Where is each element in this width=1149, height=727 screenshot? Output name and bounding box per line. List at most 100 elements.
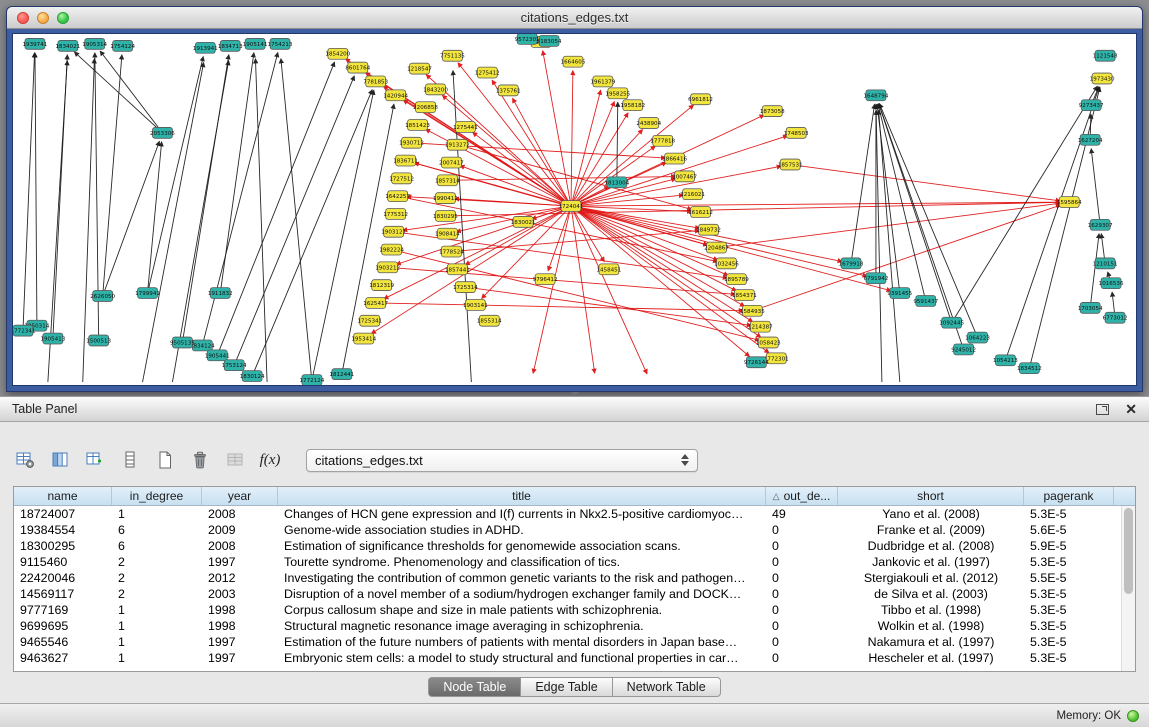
graph-node[interactable]: 1616212 (688, 207, 713, 218)
graph-node[interactable]: 9273437 (1079, 100, 1104, 111)
graph-node[interactable]: 1905413 (40, 333, 65, 344)
graph-node[interactable]: 1725314 (453, 282, 478, 293)
graph-node[interactable]: 9591437 (913, 296, 938, 307)
graph-node[interactable]: 1908414 (435, 228, 460, 239)
network-view[interactable]: 1724041112543016646051961379195825519581… (12, 33, 1137, 386)
graph-node[interactable]: 2626050 (90, 291, 115, 302)
graph-node[interactable]: 1054213 (993, 355, 1018, 366)
table-row[interactable]: 2242004622012Investigating the contribut… (14, 570, 1121, 586)
graph-node[interactable]: 1961379 (590, 76, 615, 87)
graph-node[interactable]: 1836711 (393, 155, 418, 166)
tab-edge-table[interactable]: Edge Table (521, 677, 612, 697)
graph-node[interactable]: 1458451 (596, 264, 621, 275)
graph-node[interactable]: 7781853 (363, 76, 388, 87)
graph-node[interactable]: 2204867 (704, 242, 729, 253)
graph-node[interactable]: 1500513 (86, 335, 111, 346)
column-header-in_degree[interactable]: in_degree (112, 487, 202, 505)
graph-node[interactable]: 1905441 (205, 350, 230, 361)
graph-node[interactable]: 1007467 (672, 171, 697, 182)
close-window-icon[interactable] (17, 12, 29, 24)
table-row[interactable]: 1938455462009Genome-wide association stu… (14, 522, 1121, 538)
table-scrollbar[interactable] (1121, 506, 1135, 671)
graph-node[interactable]: 1830295 (433, 210, 458, 221)
column-header-year[interactable]: year (202, 487, 278, 505)
minimize-window-icon[interactable] (37, 12, 49, 24)
graph-node[interactable]: 1982224 (379, 244, 404, 255)
graph-node[interactable]: 9726144 (744, 357, 769, 368)
graph-node[interactable]: 1854200 (325, 48, 350, 59)
graph-node[interactable]: 3216021 (680, 189, 705, 200)
table-row[interactable]: 1830029562008Estimation of significance … (14, 538, 1121, 554)
graph-node[interactable]: 2053306 (150, 127, 175, 138)
graph-node[interactable]: 7751135 (440, 50, 465, 61)
tab-node-table[interactable]: Node Table (428, 677, 521, 697)
graph-node[interactable]: 1032456 (714, 258, 739, 269)
graph-node[interactable]: 1990412 (433, 193, 458, 204)
new-column-button[interactable] (82, 447, 108, 473)
table-row[interactable]: 1456911722003Disruption of a novel membe… (14, 586, 1121, 602)
graph-node[interactable]: 1958182 (620, 100, 645, 111)
graph-node[interactable]: 1873058 (760, 106, 785, 117)
table-mode-button[interactable] (12, 447, 38, 473)
graph-node[interactable]: 1016536 (1099, 278, 1124, 289)
column-header-name[interactable]: name (14, 487, 112, 505)
zoom-window-icon[interactable] (57, 12, 69, 24)
table-row[interactable]: 911546021997Tourette syndrome. Phenomeno… (14, 554, 1121, 570)
graph-node[interactable]: 1958255 (605, 88, 630, 99)
graph-node[interactable]: 6773012 (1103, 312, 1128, 323)
graph-node[interactable]: 1854371 (732, 290, 757, 301)
graph-node[interactable]: 1843200 (423, 84, 448, 95)
graph-node[interactable]: 9245012 (951, 344, 976, 355)
graph-node[interactable]: 1725341 (357, 315, 382, 326)
new-table-button[interactable] (152, 447, 178, 473)
graph-node[interactable]: 1799941 (135, 288, 160, 299)
table-row[interactable]: 969969511998Structural magnetic resonanc… (14, 618, 1121, 634)
graph-node[interactable]: 1857531 (778, 159, 803, 170)
table-row[interactable]: 946362711997Embryonic stem cells: a mode… (14, 650, 1121, 666)
graph-node[interactable]: 1857314 (435, 175, 460, 186)
tab-network-table[interactable]: Network Table (613, 677, 721, 697)
graph-node[interactable]: 1830124 (240, 371, 265, 382)
graph-node[interactable]: 1775312 (383, 209, 408, 220)
graph-node[interactable]: 1275412 (475, 67, 500, 78)
graph-node[interactable]: 2206858 (413, 102, 438, 113)
graph-node[interactable]: 1058423 (756, 337, 781, 348)
graph-node[interactable]: 1930712 (399, 137, 424, 148)
graph-node[interactable]: 1777818 (650, 135, 675, 146)
graph-node[interactable]: 1754124 (110, 40, 135, 51)
network-canvas[interactable]: 1724041112543016646051961379195825519581… (13, 34, 1136, 385)
graph-node[interactable]: 1905141 (243, 38, 268, 49)
graph-node[interactable]: 9505135 (170, 337, 195, 348)
graph-node[interactable]: 9391455 (887, 288, 912, 299)
table-row[interactable]: 977716911998Corpus callosum shape and si… (14, 602, 1121, 618)
column-header-short[interactable]: short (838, 487, 1024, 505)
graph-node[interactable]: 1905314 (82, 38, 107, 49)
graph-node[interactable]: 1754213 (268, 38, 293, 49)
graph-node[interactable]: 1855314 (477, 315, 502, 326)
import-table-button[interactable] (222, 447, 248, 473)
graph-node[interactable]: 1214387 (748, 321, 773, 332)
row-height-button[interactable] (117, 447, 143, 473)
graph-node[interactable]: 1703054 (1078, 302, 1103, 313)
graph-node[interactable]: 9796412 (533, 274, 558, 285)
graph-node[interactable]: 1420944 (383, 90, 408, 101)
graph-node[interactable]: 2007417 (439, 157, 464, 168)
table-row[interactable]: 1872400712008Changes of HCN gene express… (14, 506, 1121, 522)
graph-node[interactable]: 1851423 (405, 120, 430, 131)
graph-node[interactable]: 1642257 (385, 191, 410, 202)
graph-node[interactable]: 1727512 (389, 173, 414, 184)
table-row[interactable]: 946554611997Estimation of the future num… (14, 634, 1121, 650)
graph-node[interactable]: 1895789 (724, 274, 749, 285)
graph-node[interactable]: 1679918 (839, 258, 864, 269)
graph-node[interactable]: 1121548 (1093, 50, 1118, 61)
graph-node[interactable]: 1939741 (23, 38, 48, 49)
graph-node[interactable]: 1834021 (55, 40, 80, 51)
graph-node[interactable]: 1648794 (864, 90, 889, 101)
graph-node[interactable]: 1849732 (696, 224, 721, 235)
graph-node[interactable]: 8601764 (345, 62, 370, 73)
graph-node[interactable]: 1903141 (463, 299, 488, 310)
scrollbar-thumb[interactable] (1124, 508, 1133, 594)
window-titlebar[interactable]: citations_edges.txt (7, 7, 1142, 29)
close-panel-icon[interactable]: ✕ (1125, 402, 1137, 416)
graph-node[interactable]: 2438904 (636, 118, 661, 129)
